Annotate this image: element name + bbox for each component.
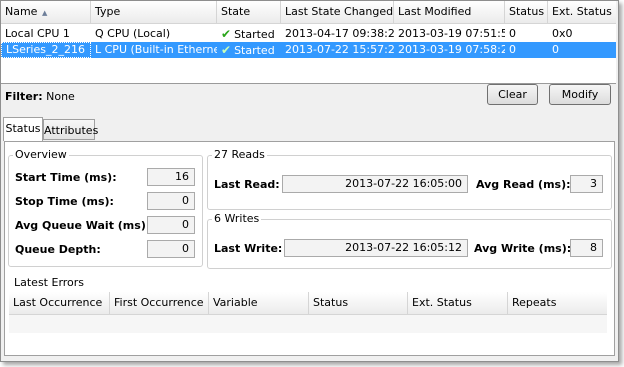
column-header-first-occurrence[interactable]: First Occurrence [110,292,209,314]
avg-read-value: 3 [570,175,603,193]
last-read-label: Last Read: [214,178,280,191]
column-header-status[interactable]: Status [505,1,548,23]
device-ext-status: 0 [552,43,559,56]
tab-status[interactable]: Status [3,117,43,141]
column-header-repeats[interactable]: Repeats [508,292,607,314]
device-ext-status: 0x0 [552,27,573,40]
checkmark-icon: ✔ [221,43,232,57]
column-header-state[interactable]: State [217,1,281,23]
latest-errors-header: Last Occurrence First Occurrence Variabl… [9,292,607,315]
reads-group: 27 Reads Last Read: 2013-07-22 16:05:00 … [207,148,612,210]
column-header-ext-status[interactable]: Ext. Status [548,1,616,23]
avg-write-label: Avg Write (ms): [474,242,572,255]
writes-group: 6 Writes Last Write: 2013-07-22 16:05:12… [207,212,612,269]
column-header-name-label: Name [5,5,38,18]
queue-depth-value: 0 [147,240,195,258]
avg-read-label: Avg Read (ms): [476,178,571,191]
device-status-window: Name ▲ Type State Last State Changed Las… [0,0,619,362]
filter-label-text: Filter: [5,90,43,103]
filter-value: None [46,90,75,103]
device-table: Name ▲ Type State Last State Changed Las… [1,1,616,84]
device-state-label: Started [234,44,275,57]
last-write-label: Last Write: [214,242,283,255]
latest-errors-body [9,315,607,333]
modify-button[interactable]: Modify [549,84,611,105]
column-header-last-occurrence[interactable]: Last Occurrence [9,292,110,314]
overview-title: Overview [13,148,69,161]
filter-bar: Filter: None Clear Modify [1,84,616,112]
avg-queue-wait-label: Avg Queue Wait (ms): [15,219,151,232]
filter-label: Filter: None [5,90,75,103]
column-header-name[interactable]: Name ▲ [1,1,91,23]
avg-write-value: 8 [570,239,603,257]
stop-time-value: 0 [147,192,195,210]
column-header-ext-status[interactable]: Ext. Status [408,292,508,314]
last-write-value: 2013-07-22 16:05:12 [284,239,468,257]
start-time-label: Start Time (ms): [15,171,117,184]
column-header-status[interactable]: Status [309,292,408,314]
device-name: LSeries_2_216 [1,42,91,58]
column-header-type[interactable]: Type [91,1,217,23]
device-last-state-changed: 2013-04-17 09:38:28 [285,27,394,40]
column-header-last-modified[interactable]: Last Modified [394,1,505,23]
overview-group: Overview Start Time (ms): 16 Stop Time (… [8,148,203,267]
status-panel: Overview Start Time (ms): 16 Stop Time (… [4,141,615,356]
reads-title: 27 Reads [212,148,267,161]
tab-attributes[interactable]: Attributes [43,119,98,140]
clear-button[interactable]: Clear [487,84,538,105]
column-header-variable[interactable]: Variable [209,292,309,314]
latest-errors-title: Latest Errors [12,276,87,289]
sort-ascending-icon: ▲ [42,9,48,17]
device-state-label: Started [234,28,275,41]
device-last-state-changed: 2013-07-22 15:57:20 [285,43,394,56]
device-status: 0 [509,27,516,40]
device-state: ✔ Started [217,26,281,42]
device-row-selected[interactable]: LSeries_2_216 L CPU (Built-in Ethernet) … [1,42,616,58]
device-row[interactable]: Local CPU 1 Q CPU (Local) ✔ Started 2013-… [1,26,616,42]
queue-depth-label: Queue Depth: [15,243,101,256]
last-read-value: 2013-07-22 16:05:00 [282,175,468,193]
device-last-modified: 2013-03-19 07:51:59 [398,27,505,40]
start-time-value: 16 [147,168,195,186]
device-type: L CPU (Built-in Ethernet) [95,43,217,56]
latest-errors-table: Last Occurrence First Occurrence Variabl… [9,292,607,334]
column-header-last-state-changed[interactable]: Last State Changed [281,1,394,23]
writes-title: 6 Writes [212,212,262,225]
stop-time-label: Stop Time (ms): [15,195,114,208]
device-last-modified: 2013-03-19 07:58:21 [398,43,505,56]
device-status: 0 [509,43,516,56]
checkmark-icon: ✔ [221,27,232,41]
avg-queue-wait-value: 0 [147,216,195,234]
device-name: Local CPU 1 [5,27,70,40]
device-table-header: Name ▲ Type State Last State Changed Las… [1,1,616,24]
device-type: Q CPU (Local) [95,27,171,40]
device-state: ✔ Started [217,42,281,58]
